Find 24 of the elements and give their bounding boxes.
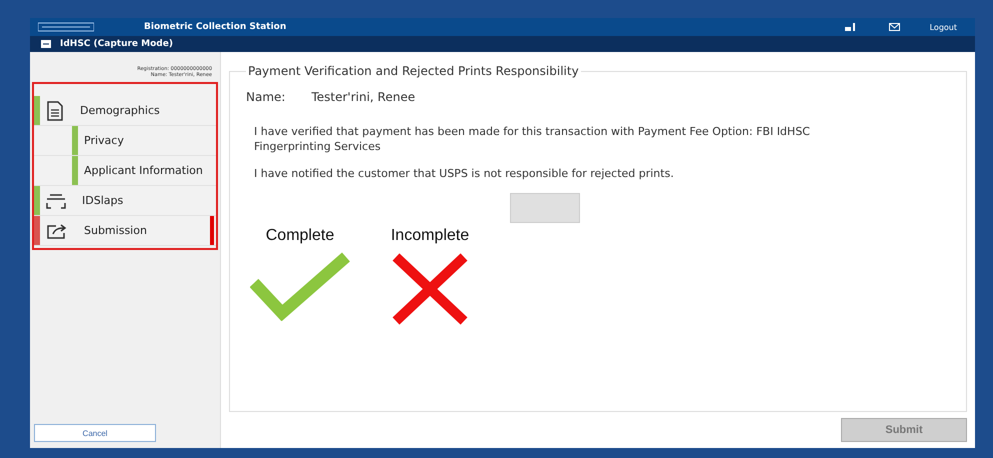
export-icon bbox=[46, 222, 68, 240]
nav-item[interactable]: IDSlaps bbox=[40, 186, 214, 215]
legend-label: Complete bbox=[266, 227, 334, 245]
statement-text: I have notified the customer that USPS is not responsible for rejected prints. bbox=[254, 166, 675, 181]
document-icon bbox=[46, 100, 64, 120]
signal-icon[interactable] bbox=[844, 23, 855, 31]
logo-icon bbox=[38, 22, 94, 32]
mail-icon[interactable] bbox=[888, 23, 900, 31]
nav-item[interactable]: Privacy bbox=[78, 126, 214, 155]
name-value: Tester'rini, Renee bbox=[311, 90, 416, 104]
name-label: Name: bbox=[246, 90, 286, 104]
nav-item[interactable]: Submission bbox=[40, 216, 214, 245]
nav-item[interactable]: Demographics bbox=[40, 96, 214, 125]
statement-text: I have verified that payment has been made for this transaction with Payment Fee Option: FBI IdHSC Fingerprinting Services bbox=[254, 124, 811, 154]
logout-link[interactable]: Logout bbox=[930, 22, 957, 32]
panel-legend: Payment Verification and Rejected Prints Responsibility bbox=[246, 64, 581, 78]
scanner-icon bbox=[46, 192, 66, 210]
cancel-button[interactable]: Cancel bbox=[34, 424, 156, 442]
cross-mark-icon bbox=[390, 251, 470, 327]
legend-label: Incomplete bbox=[390, 227, 470, 245]
nav-item[interactable]: Applicant Information bbox=[78, 156, 214, 185]
window-title: Biometric Collection Station bbox=[144, 22, 286, 32]
mode-label: IdHSC (Capture Mode) bbox=[60, 39, 173, 49]
check-mark-icon bbox=[250, 251, 350, 321]
